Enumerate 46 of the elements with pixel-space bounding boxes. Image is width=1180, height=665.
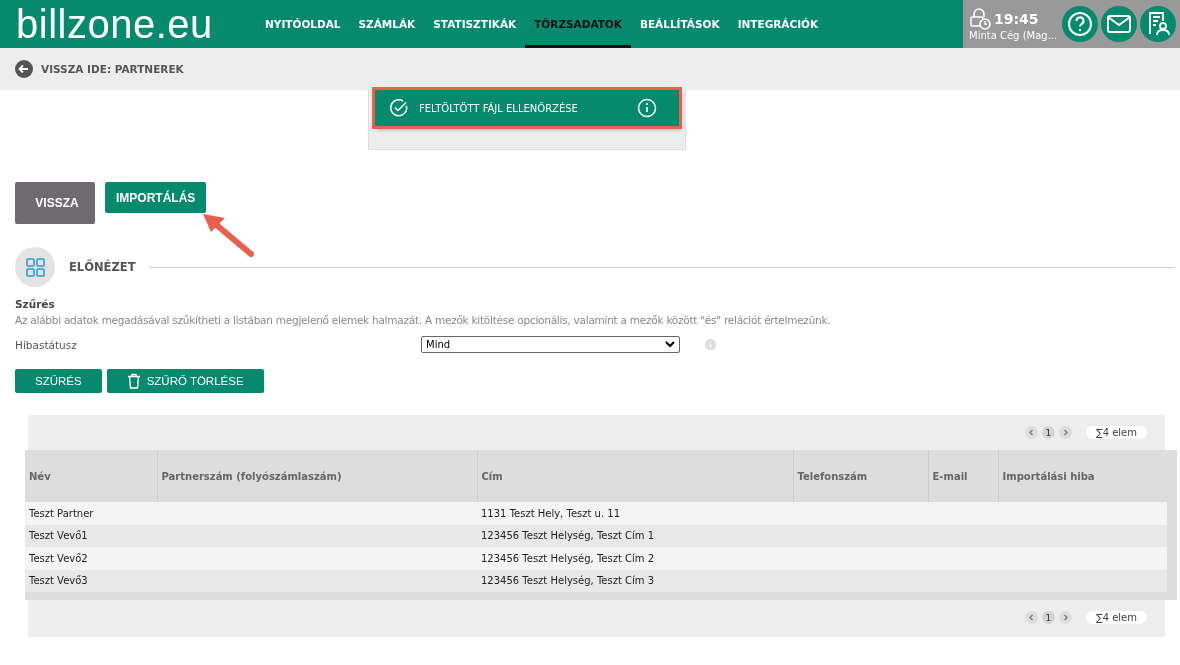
chevron-left-icon bbox=[1024, 426, 1038, 439]
session-time: 19:45 bbox=[994, 10, 1039, 27]
logo[interactable]: billzone.eu bbox=[16, 4, 236, 44]
lock-clock-icon bbox=[969, 7, 991, 30]
table-cell: 1131 Teszt Hely, Teszt u. 11 bbox=[477, 502, 793, 525]
status-dropdown[interactable]: Mind bbox=[421, 336, 680, 353]
table-cell: Teszt Partner bbox=[25, 502, 157, 525]
info-icon bbox=[705, 339, 716, 350]
chevron-left-icon bbox=[1024, 611, 1038, 624]
table-cell: 123456 Teszt Helység, Teszt Cím 3 bbox=[477, 569, 793, 592]
nav-tab[interactable]: INTEGRÁCIÓK bbox=[728, 0, 828, 48]
trash-icon bbox=[126, 373, 141, 389]
filter-button[interactable]: SZŰRÉS bbox=[15, 369, 102, 393]
table-cell: Teszt Vevő1 bbox=[25, 524, 157, 547]
table-cell: 123456 Teszt Helység, Teszt Cím 2 bbox=[477, 547, 793, 570]
user-document-button[interactable] bbox=[1140, 6, 1176, 42]
back-button[interactable]: VISSZA bbox=[15, 182, 95, 224]
grid-icon bbox=[15, 247, 55, 287]
table-cell: 123456 Teszt Helység, Teszt Cím 1 bbox=[477, 524, 793, 547]
chevron-down-icon bbox=[665, 341, 675, 348]
clear-filter-button[interactable]: SZŰRŐ TÖRLÉSE bbox=[106, 369, 264, 393]
page-number[interactable]: 1 bbox=[1041, 611, 1055, 624]
chevron-right-icon bbox=[1058, 611, 1072, 624]
chevron-right-icon bbox=[1058, 426, 1072, 439]
company-name[interactable]: Minta Cég (Mag... bbox=[969, 29, 1059, 41]
nav-tab[interactable]: SZÁMLÁK bbox=[349, 0, 425, 48]
info-icon bbox=[637, 98, 657, 118]
filter-title: Szűrés bbox=[15, 298, 56, 310]
item-count: ∑4 elem bbox=[1085, 611, 1147, 624]
check-circle-icon bbox=[389, 98, 409, 118]
item-count: ∑4 elem bbox=[1085, 426, 1147, 439]
back-link[interactable]: VISSZA IDE: PARTNEREK bbox=[15, 60, 184, 78]
step-label: FELTÖLTÖTT FÁJL ELLENŐRZÉSE bbox=[419, 102, 579, 114]
nav-tab[interactable]: BEÁLLÍTÁSOK bbox=[630, 0, 729, 48]
section-title: ELŐNÉZET bbox=[69, 260, 136, 274]
table-cell: Teszt Vevő2 bbox=[25, 547, 157, 570]
import-button[interactable]: IMPORTÁLÁS bbox=[105, 182, 207, 213]
help-button[interactable] bbox=[1062, 6, 1098, 42]
field-label: Hibastátusz bbox=[15, 338, 78, 351]
mail-button[interactable] bbox=[1101, 6, 1137, 42]
page-number[interactable]: 1 bbox=[1041, 426, 1055, 439]
filter-description: Az alábbi adatok megadásával szűkítheti a listában megjelenő elemek halmazát. A mezők kitöltése opcionális, valamint a mezők között "és" relációt értelmezünk. bbox=[15, 314, 832, 326]
column-header: Név bbox=[25, 450, 157, 502]
table-cell: Teszt Vevő3 bbox=[25, 569, 157, 592]
nav-tab[interactable]: STATISZTIKÁK bbox=[424, 0, 526, 48]
nav-tab[interactable]: NYITÓOLDAL bbox=[256, 0, 350, 48]
